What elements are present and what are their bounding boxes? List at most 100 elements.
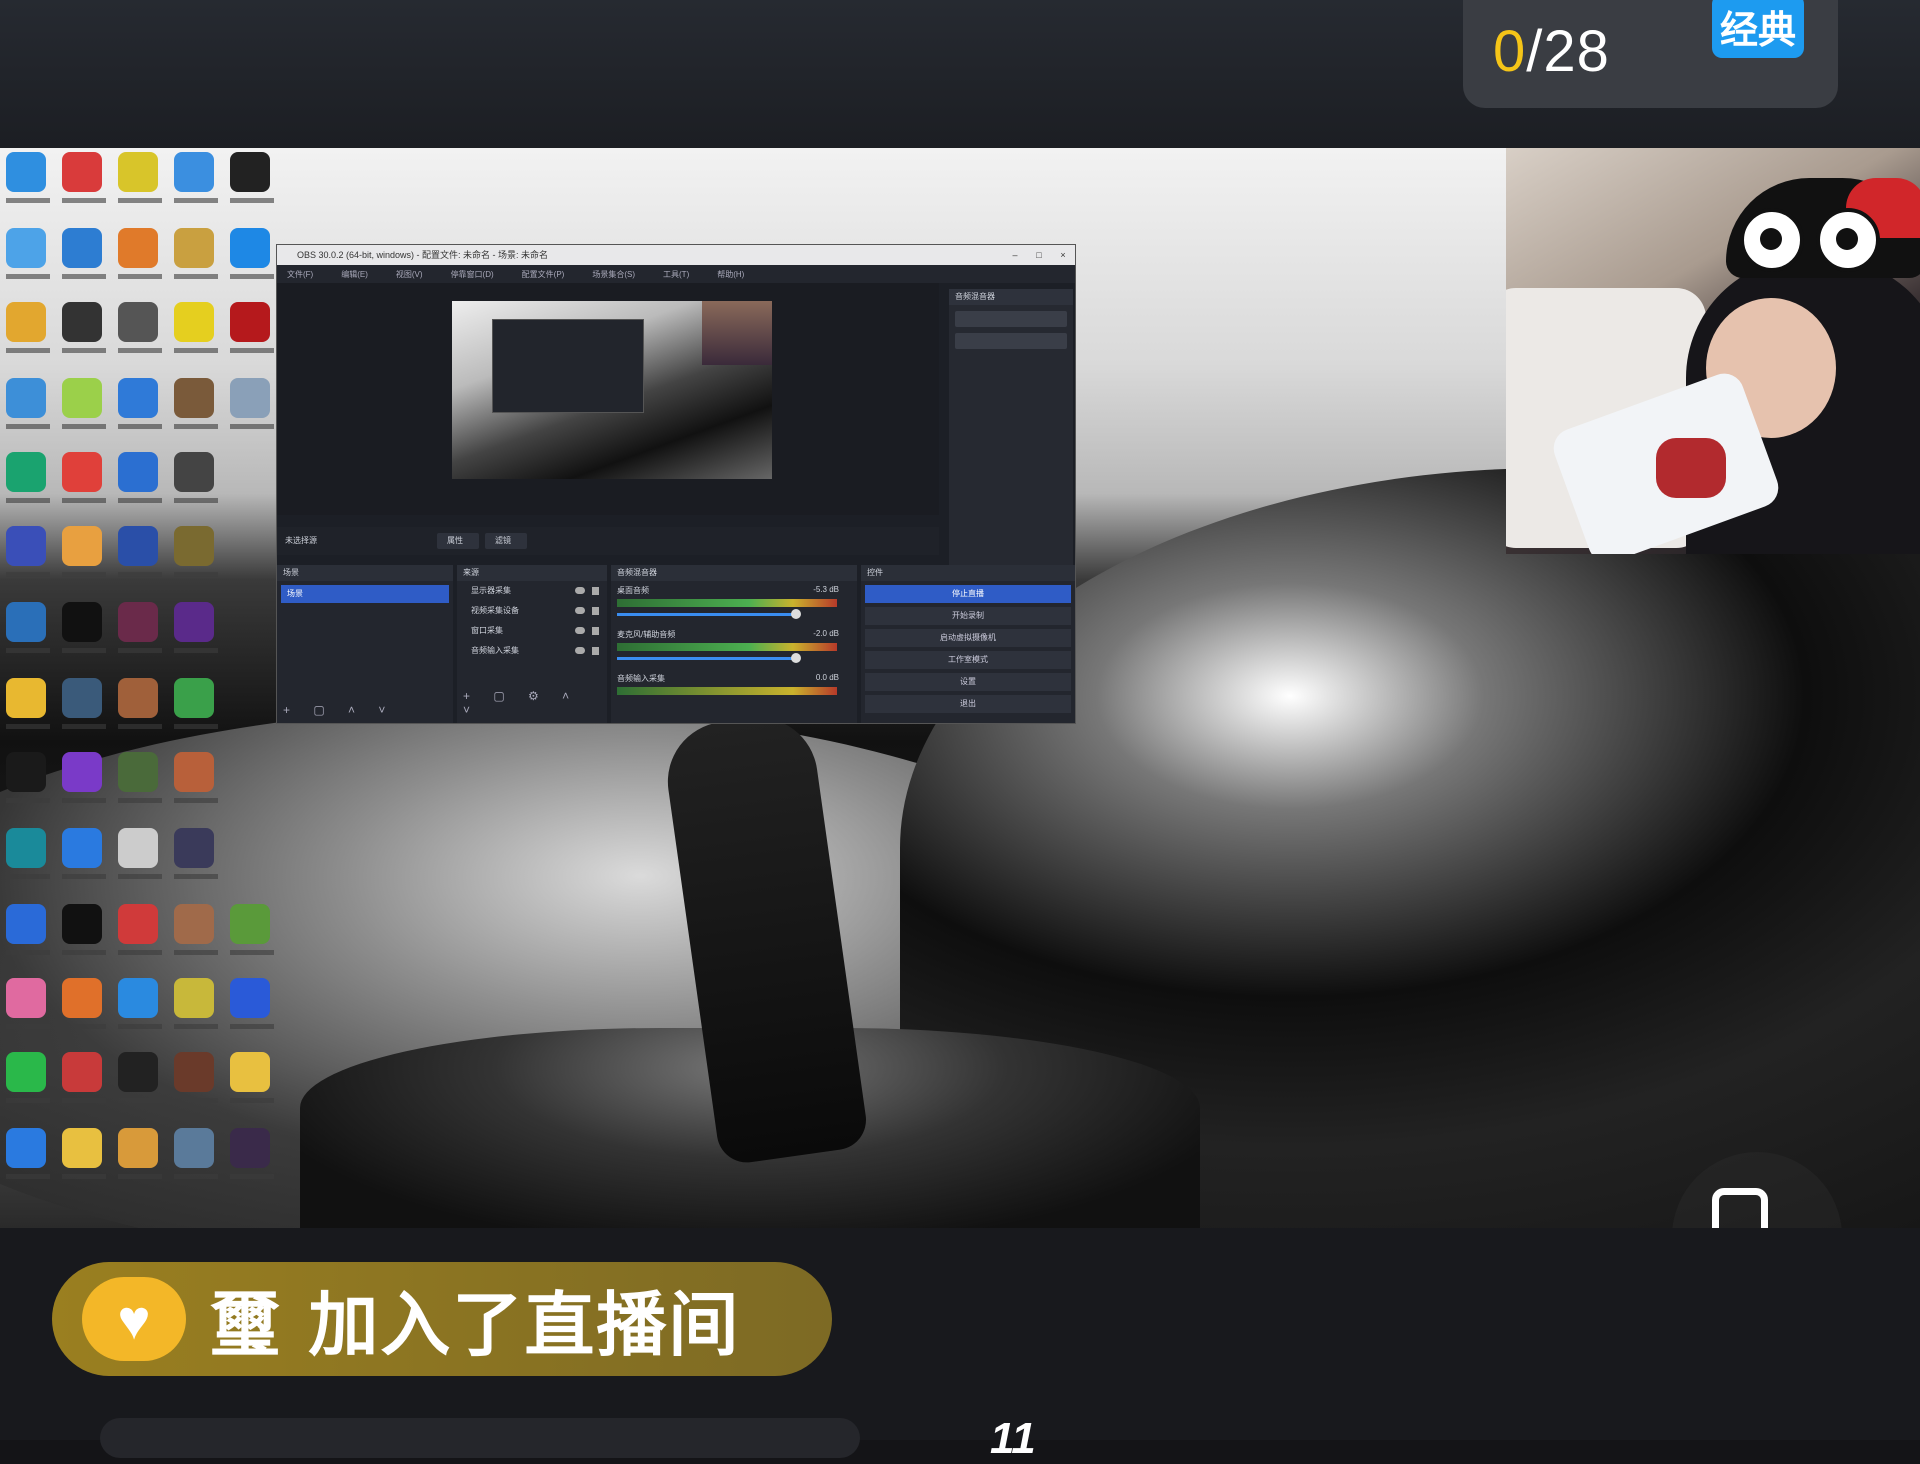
- obs-title-bar[interactable]: OBS 30.0.2 (64-bit, windows) - 配置文件: 未命名…: [277, 245, 1075, 265]
- scene-tools[interactable]: + ▢ ˄ ˅: [283, 703, 395, 717]
- exit-button[interactable]: 退出: [865, 695, 1071, 713]
- menu-item[interactable]: 帮助(H): [717, 269, 744, 280]
- controls-dock: 控件 停止直播 开始录制 启动虚拟摄像机 工作室模式 设置 退出: [861, 565, 1075, 723]
- scenes-title: 场景: [277, 565, 453, 581]
- virtual-camera-button[interactable]: 启动虚拟摄像机: [865, 629, 1071, 647]
- desktop-app-icon: [118, 452, 162, 503]
- eye-icon[interactable]: [575, 647, 585, 654]
- side-panel-select[interactable]: [955, 311, 1067, 327]
- webcam-overlay: [1506, 148, 1920, 554]
- eye-icon[interactable]: [575, 607, 585, 614]
- join-text: 璽 加入了直播间: [210, 1269, 740, 1370]
- stop-streaming-button[interactable]: 停止直播: [865, 585, 1071, 603]
- menu-item[interactable]: 场景集合(S): [592, 269, 635, 280]
- desktop-app-icon: [6, 526, 50, 577]
- menu-item[interactable]: 编辑(E): [341, 269, 368, 280]
- obs-window[interactable]: OBS 30.0.2 (64-bit, windows) - 配置文件: 未命名…: [276, 244, 1076, 724]
- desktop-app-icon: [118, 904, 162, 955]
- desktop-app-icon: [118, 526, 162, 577]
- comment-input-bar[interactable]: [100, 1418, 860, 1458]
- score-current: 0: [1493, 19, 1527, 84]
- mode-badge[interactable]: 经典: [1712, 0, 1804, 58]
- lock-icon[interactable]: [592, 607, 599, 615]
- desktop-app-icon: [118, 378, 162, 429]
- webcam-object-red: [1656, 438, 1726, 498]
- lock-icon[interactable]: [592, 647, 599, 655]
- desktop-app-icon: [62, 752, 106, 803]
- scene-item[interactable]: 场景: [281, 585, 449, 603]
- desktop-app-icon: [174, 526, 218, 577]
- rotate-screen-icon: [1712, 1188, 1768, 1228]
- obs-preview[interactable]: [452, 301, 772, 479]
- volume-slider-handle[interactable]: [791, 653, 801, 663]
- volume-slider[interactable]: [617, 613, 797, 616]
- desktop-app-icon: [62, 1128, 106, 1179]
- cartoon-eye-icon: [1740, 208, 1804, 272]
- desktop-app-icon: [62, 828, 106, 879]
- desktop-app-icon: [174, 678, 218, 729]
- source-label: 窗口采集: [471, 626, 503, 635]
- channel-db: 0.0 dB: [815, 673, 839, 682]
- bottom-count: 11: [990, 1414, 1036, 1463]
- source-item[interactable]: 音频输入采集: [457, 641, 607, 661]
- desktop-app-icon: [230, 904, 274, 955]
- sources-title: 来源: [457, 565, 607, 581]
- desktop-app-icon: [174, 228, 218, 279]
- menu-item[interactable]: 工具(T): [663, 269, 689, 280]
- minimize-icon[interactable]: –: [1003, 245, 1027, 265]
- no-source-label: 未选择源: [285, 536, 317, 545]
- close-icon[interactable]: ×: [1051, 245, 1075, 265]
- source-item[interactable]: 视频采集设备: [457, 601, 607, 621]
- menu-item[interactable]: 配置文件(P): [522, 269, 565, 280]
- source-item[interactable]: 显示器采集: [457, 581, 607, 601]
- desktop-app-icon: [6, 452, 50, 503]
- desktop-app-icon: [62, 228, 106, 279]
- start-recording-button[interactable]: 开始录制: [865, 607, 1071, 625]
- desktop-app-icon: [62, 452, 106, 503]
- menu-item[interactable]: 视图(V): [396, 269, 423, 280]
- desktop-app-icon: [118, 228, 162, 279]
- properties-label: 属性: [447, 536, 463, 545]
- eye-icon[interactable]: [575, 587, 585, 594]
- settings-button[interactable]: 设置: [865, 673, 1071, 691]
- side-panel-select[interactable]: [955, 333, 1067, 349]
- desktop-icons: [0, 148, 280, 1188]
- desktop-app-icon: [6, 978, 50, 1029]
- desktop-app-icon: [6, 904, 50, 955]
- desktop-app-icon: [62, 152, 106, 203]
- source-tools[interactable]: + ▢ ⚙ ˄ ˅: [463, 689, 607, 717]
- desktop-app-icon: [174, 904, 218, 955]
- maximize-icon[interactable]: □: [1027, 245, 1051, 265]
- volume-meter: [617, 687, 837, 695]
- bottom-area: ♥ 璽 加入了直播间 11: [0, 1228, 1920, 1463]
- desktop-app-icon: [6, 752, 50, 803]
- channel-db: -5.3 dB: [813, 585, 839, 594]
- filters-button[interactable]: 滤镜: [485, 533, 527, 549]
- source-item[interactable]: 窗口采集: [457, 621, 607, 641]
- desktop-app-icon: [230, 1128, 274, 1179]
- desktop-app-icon: [6, 678, 50, 729]
- desktop-app-icon: [6, 828, 50, 879]
- desktop-app-icon: [118, 302, 162, 353]
- menu-item[interactable]: 停靠窗口(D): [451, 269, 494, 280]
- volume-slider-handle[interactable]: [791, 609, 801, 619]
- eye-icon[interactable]: [575, 627, 585, 634]
- volume-slider[interactable]: [617, 657, 797, 660]
- lock-icon[interactable]: [592, 587, 599, 595]
- side-panel-title: 音频混音器: [949, 289, 1073, 305]
- mixer-title: 音频混音器: [611, 565, 857, 581]
- lock-icon[interactable]: [592, 627, 599, 635]
- source-label: 音频输入采集: [471, 646, 519, 655]
- top-bar: 0/28 经典: [0, 0, 1920, 148]
- desktop-app-icon: [118, 602, 162, 653]
- obs-preview-area: [277, 283, 939, 515]
- join-user: 璽: [210, 1283, 282, 1366]
- properties-button[interactable]: 属性: [437, 533, 479, 549]
- desktop-app-icon: [174, 452, 218, 503]
- sources-dock: 来源 显示器采集 视频采集设备 窗口采集 音频输入采集 + ▢ ⚙ ˄ ˅: [457, 565, 607, 723]
- menu-item[interactable]: 文件(F): [287, 269, 313, 280]
- desktop-app-icon: [118, 678, 162, 729]
- desktop-app-icon: [230, 978, 274, 1029]
- studio-mode-button[interactable]: 工作室模式: [865, 651, 1071, 669]
- score-counter: 0/28: [1493, 18, 1610, 85]
